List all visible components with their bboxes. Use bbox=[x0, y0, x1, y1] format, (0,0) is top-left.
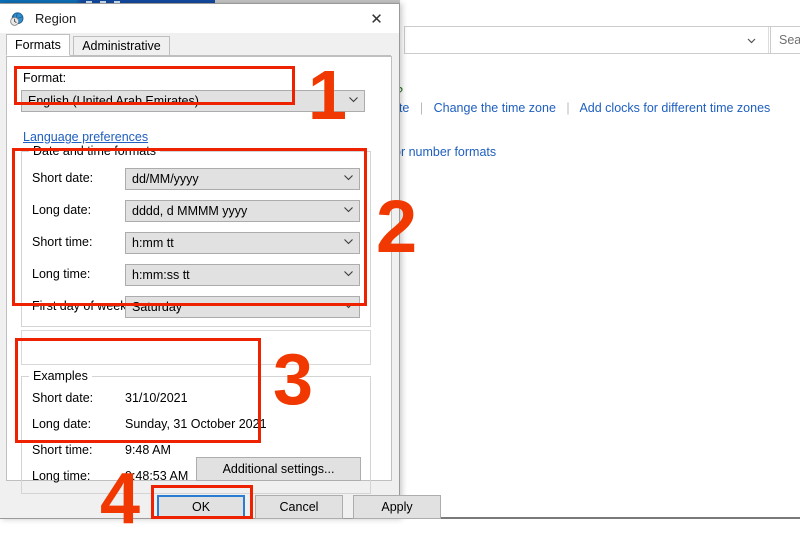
language-preferences-link[interactable]: Language preferences bbox=[23, 130, 148, 144]
first-day-value: Saturday bbox=[132, 300, 183, 314]
search-input-text: Sea bbox=[779, 33, 800, 47]
row-short-date-label: Short date: bbox=[32, 171, 94, 185]
chevron-down-icon[interactable] bbox=[337, 237, 359, 249]
close-icon[interactable]: ✕ bbox=[354, 4, 399, 33]
row-short-time: Short time: h:mm tt bbox=[22, 232, 372, 254]
dialog-title: Region bbox=[35, 11, 77, 26]
apply-button[interactable]: Apply bbox=[353, 495, 441, 519]
link-separator: | bbox=[566, 101, 570, 115]
spacer-panel bbox=[21, 330, 371, 365]
link-add-clocks[interactable]: Add clocks for different time zones bbox=[579, 101, 770, 115]
row-long-time-label: Long time: bbox=[32, 267, 91, 281]
row-short-time-label: Short time: bbox=[32, 235, 93, 249]
cancel-button[interactable]: Cancel bbox=[255, 495, 343, 519]
examples-group-title: Examples bbox=[29, 369, 92, 383]
row-long-time: Long time: h:mm:ss tt bbox=[22, 264, 372, 286]
formats-tab-page: Format: English (United Arab Emirates) L… bbox=[6, 56, 392, 494]
tab-administrative[interactable]: Administrative bbox=[73, 36, 170, 57]
tab-formats[interactable]: Formats bbox=[6, 34, 70, 56]
dialog-titlebar: Region ✕ bbox=[0, 4, 399, 33]
ok-button[interactable]: OK bbox=[157, 495, 245, 519]
example-long-date-label: Long date: bbox=[32, 417, 92, 431]
example-long-time-value: 9:48:53 AM bbox=[125, 469, 189, 483]
date-time-formats-group-title: Date and time formats bbox=[29, 144, 160, 158]
date-time-links-row: ate | Change the time zone | Add clocks … bbox=[392, 101, 770, 115]
short-time-value: h:mm tt bbox=[132, 236, 174, 250]
chevron-down-icon[interactable] bbox=[337, 269, 359, 281]
example-short-date-label: Short date: bbox=[32, 391, 94, 405]
date-time-formats-group: Short date: dd/MM/yyyy Long date: dddd, … bbox=[21, 151, 371, 327]
long-time-value: h:mm:ss tt bbox=[132, 268, 190, 282]
link-separator: | bbox=[419, 101, 424, 115]
search-input[interactable]: Sea bbox=[770, 26, 800, 54]
region-links-row: or number formats bbox=[394, 145, 496, 159]
link-change-time-zone[interactable]: Change the time zone bbox=[434, 101, 556, 115]
row-long-date: Long date: dddd, d MMMM yyyy bbox=[22, 200, 372, 222]
example-short-time-label: Short time: bbox=[32, 443, 93, 457]
chevron-down-icon[interactable] bbox=[337, 173, 359, 185]
format-combo-value: English (United Arab Emirates) bbox=[28, 94, 199, 108]
first-day-combo[interactable]: Saturday bbox=[125, 296, 360, 318]
row-long-date-label: Long date: bbox=[32, 203, 92, 217]
chevron-down-icon[interactable] bbox=[337, 301, 359, 313]
short-date-value: dd/MM/yyyy bbox=[132, 172, 199, 186]
row-short-date: Short date: dd/MM/yyyy bbox=[22, 168, 372, 190]
region-dialog: Region ✕ Formats Administrative Format: … bbox=[0, 3, 441, 519]
example-short-date: Short date: 31/10/2021 bbox=[22, 391, 372, 409]
short-time-combo[interactable]: h:mm tt bbox=[125, 232, 360, 254]
short-date-combo[interactable]: dd/MM/yyyy bbox=[125, 168, 360, 190]
example-long-time-label: Long time: bbox=[32, 469, 91, 483]
row-first-day-of-week: First day of week: Saturday bbox=[22, 296, 372, 318]
chevron-down-icon[interactable] bbox=[734, 27, 768, 53]
long-time-combo[interactable]: h:mm:ss tt bbox=[125, 264, 360, 286]
long-date-combo[interactable]: dddd, d MMMM yyyy bbox=[125, 200, 360, 222]
example-long-date-value: Sunday, 31 October 2021 bbox=[125, 417, 267, 431]
additional-settings-button[interactable]: Additional settings... bbox=[196, 457, 361, 481]
link-change-formats[interactable]: or number formats bbox=[394, 145, 496, 159]
example-short-date-value: 31/10/2021 bbox=[125, 391, 188, 405]
chevron-down-icon[interactable] bbox=[337, 205, 359, 217]
format-label: Format: bbox=[23, 71, 67, 85]
address-bar[interactable] bbox=[404, 26, 800, 54]
chevron-down-icon[interactable] bbox=[342, 95, 364, 107]
long-date-value: dddd, d MMMM yyyy bbox=[132, 204, 248, 218]
region-globe-icon bbox=[9, 11, 25, 27]
format-combo[interactable]: English (United Arab Emirates) bbox=[21, 90, 365, 112]
dialog-tabstrip: Formats Administrative bbox=[0, 33, 399, 57]
row-first-day-label: First day of week: bbox=[32, 299, 130, 313]
example-short-time-value: 9:48 AM bbox=[125, 443, 171, 457]
example-long-date: Long date: Sunday, 31 October 2021 bbox=[22, 417, 372, 435]
